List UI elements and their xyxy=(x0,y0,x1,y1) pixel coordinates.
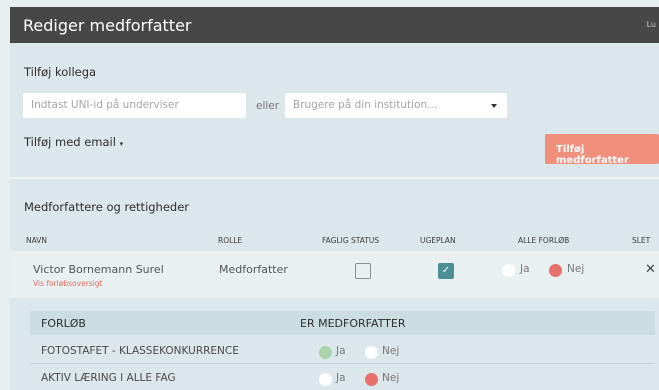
uni-id-input[interactable]: Indtast UNI-id på underviser xyxy=(23,93,246,118)
caret-down-icon: ▾ xyxy=(119,140,124,148)
dialog: Rediger medforfatter Lu Tilføj kollega I… xyxy=(10,7,659,390)
course-yes-radio[interactable] xyxy=(319,373,332,386)
course-yes-label: Ja xyxy=(336,345,346,357)
column-header-er-medforfatter: ER MEDFORFATTER xyxy=(300,317,406,330)
course-name: AKTIV LÆRING I ALLE FAG xyxy=(41,372,176,384)
course-yes-label: Ja xyxy=(336,372,346,384)
alle-forlob-no-radio[interactable] xyxy=(549,264,562,277)
alle-forlob-no-label: Nej xyxy=(567,263,585,275)
section-divider xyxy=(10,177,659,179)
course-no-radio[interactable] xyxy=(365,346,378,359)
add-coauthor-button[interactable]: Tilføj medforfatter xyxy=(545,134,659,166)
ugeplan-checkbox[interactable]: ✓ xyxy=(438,263,454,279)
course-name: FOTOSTAFET - KLASSEKONKURRENCE xyxy=(41,345,239,357)
coauthors-heading: Medforfattere og rettigheder xyxy=(24,200,190,214)
column-header-ugeplan: UGEPLAN xyxy=(420,236,456,245)
delete-icon[interactable]: ✕ xyxy=(645,262,656,277)
coauthor-name: Victor Bornemann Surel xyxy=(33,263,164,276)
add-by-email-toggle[interactable]: Tilføj med email ▾ xyxy=(24,135,123,149)
add-colleague-heading: Tilføj kollega xyxy=(24,65,97,79)
checkmark-icon: ✓ xyxy=(441,265,451,276)
column-header-faglig-status: FAGLIG STATUS xyxy=(322,236,380,245)
alle-forlob-yes-radio[interactable] xyxy=(502,264,515,277)
caret-down-icon xyxy=(491,104,497,108)
add-by-email-label: Tilføj med email xyxy=(24,135,116,149)
column-header-alle-forlob: ALLE FORLØB xyxy=(518,236,570,245)
course-no-radio[interactable] xyxy=(365,373,378,386)
institution-select-placeholder: Brugere på din institution... xyxy=(293,99,438,111)
column-header-forlob: FORLØB xyxy=(41,317,86,330)
faglig-status-checkbox[interactable] xyxy=(355,263,371,279)
column-header-slet: SLET xyxy=(632,236,651,245)
dialog-title-bar: Rediger medforfatter Lu xyxy=(10,7,659,43)
close-link[interactable]: Lu xyxy=(647,20,656,29)
course-yes-radio[interactable] xyxy=(319,346,332,359)
column-header-role: ROLLE xyxy=(218,236,243,245)
course-overview-link[interactable]: Vis forløbsoversigt xyxy=(33,279,102,288)
institution-select[interactable]: Brugere på din institution... xyxy=(285,93,507,118)
dialog-title: Rediger medforfatter xyxy=(23,16,192,35)
course-no-label: Nej xyxy=(382,372,400,384)
or-label: eller xyxy=(256,100,280,112)
alle-forlob-yes-label: Ja xyxy=(520,263,530,275)
column-header-name: NAVN xyxy=(26,236,48,245)
course-no-label: Nej xyxy=(382,345,400,357)
coauthor-role: Medforfatter xyxy=(219,263,288,276)
